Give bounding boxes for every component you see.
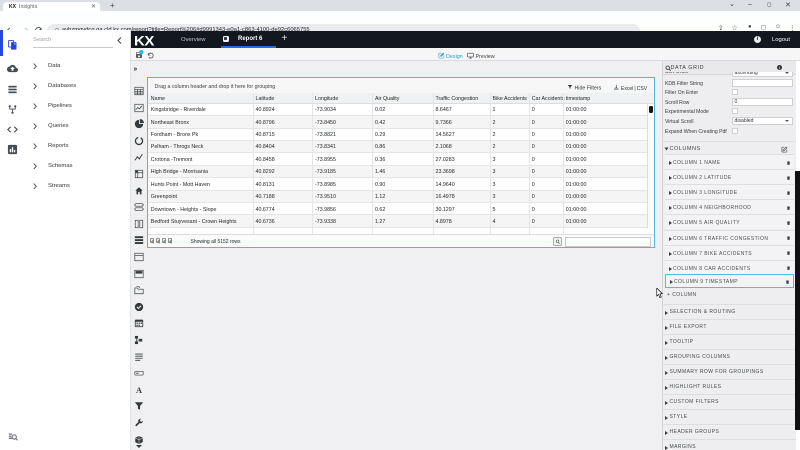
svg-text:A: A <box>135 386 141 395</box>
